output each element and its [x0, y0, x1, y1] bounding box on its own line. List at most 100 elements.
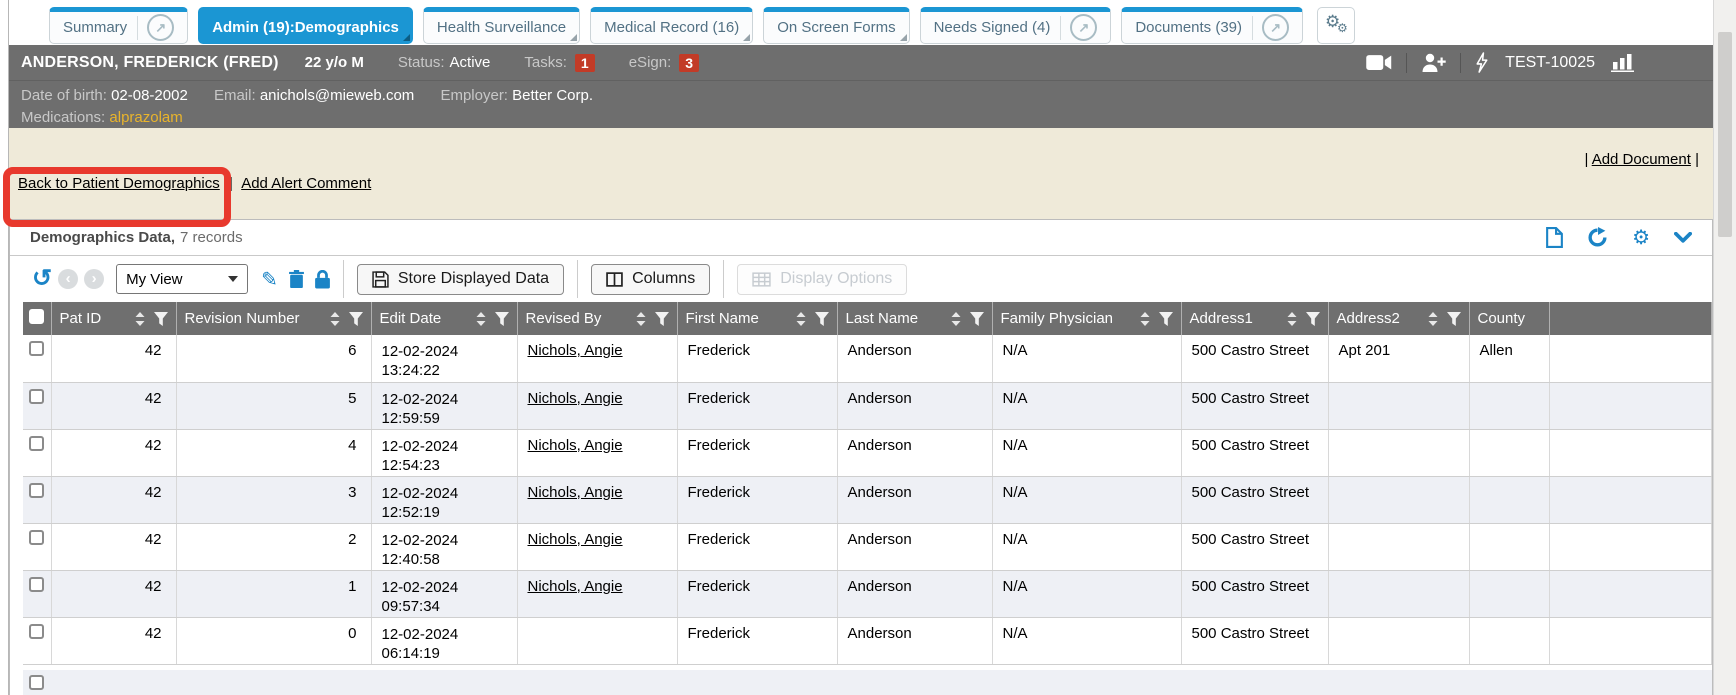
sort-icon[interactable] [476, 312, 486, 326]
column-header-revised-by[interactable]: Revised By [517, 302, 677, 335]
column-header-pat-id[interactable]: Pat ID [51, 302, 176, 335]
table-row[interactable]: 42 2 12-02-202412:40:58 Nichols, Angie F… [23, 523, 1712, 570]
vertical-scrollbar[interactable] [1713, 0, 1736, 695]
sort-icon[interactable] [636, 312, 646, 326]
view-select-value: My View [126, 271, 182, 288]
column-header-last-name[interactable]: Last Name [837, 302, 992, 335]
tab-documents-label: Documents (39) [1135, 19, 1242, 36]
column-header-county[interactable]: County [1469, 302, 1549, 335]
row-checkbox[interactable] [29, 483, 44, 498]
row-checkbox[interactable] [29, 577, 44, 592]
add-alert-comment-link[interactable]: Add Alert Comment [241, 175, 371, 192]
tab-settings-button[interactable]: ⚙ ⚙ [1317, 7, 1355, 44]
open-in-new-icon[interactable]: ↗ [1070, 14, 1097, 41]
revised-by-link[interactable]: Nichols, Angie [528, 390, 623, 407]
revised-by-link[interactable]: Nichols, Angie [528, 342, 623, 359]
tab-needs-signed[interactable]: Needs Signed (4) ↗ [920, 7, 1112, 44]
esign-badge[interactable]: 3 [679, 54, 699, 72]
columns-button[interactable]: Columns [591, 264, 710, 295]
add-document-link[interactable]: Add Document [1592, 151, 1691, 168]
select-all-checkbox[interactable] [29, 309, 44, 324]
tab-medical-record[interactable]: Medical Record (16) [590, 7, 753, 44]
scrollbar-thumb[interactable] [1718, 32, 1732, 237]
sort-icon[interactable] [1140, 312, 1150, 326]
cell-edit-date: 12-02-202412:52:19 [371, 476, 517, 523]
tab-admin-demographics[interactable]: Admin (19):Demographics [198, 7, 413, 44]
revised-by-link[interactable]: Nichols, Angie [528, 484, 623, 501]
column-label: Family Physician [1001, 310, 1114, 327]
column-header-edit-date[interactable]: Edit Date [371, 302, 517, 335]
filter-icon[interactable] [655, 312, 669, 326]
cell-county [1469, 523, 1549, 570]
edit-view-icon[interactable]: ✎ [261, 267, 278, 292]
next-view-icon[interactable]: › [84, 269, 104, 289]
table-row[interactable]: 42 5 12-02-202412:59:59 Nichols, Angie F… [23, 382, 1712, 429]
row-checkbox[interactable] [29, 675, 44, 690]
tab-summary[interactable]: Summary ↗ [49, 7, 188, 44]
column-header-revision-number[interactable]: Revision Number [176, 302, 371, 335]
partial-next-row [23, 670, 1712, 695]
revised-by-link[interactable]: Nichols, Angie [528, 437, 623, 454]
row-checkbox[interactable] [29, 341, 44, 356]
back-to-demographics-link[interactable]: Back to Patient Demographics [18, 175, 220, 192]
table-row[interactable]: 42 6 12-02-202413:24:22 Nichols, Angie F… [23, 335, 1712, 382]
revised-by-link[interactable]: Nichols, Angie [528, 531, 623, 548]
reset-view-icon[interactable]: ↺ [32, 269, 52, 289]
row-checkbox[interactable] [29, 436, 44, 451]
cell-address1: 500 Castro Street [1181, 617, 1328, 664]
cell-county: Allen [1469, 335, 1549, 382]
tab-documents[interactable]: Documents (39) ↗ [1121, 7, 1303, 44]
delete-view-icon[interactable] [289, 270, 304, 288]
column-header-address2[interactable]: Address2 [1328, 302, 1469, 335]
filter-icon[interactable] [154, 312, 168, 326]
sort-icon[interactable] [1428, 312, 1438, 326]
row-checkbox[interactable] [29, 624, 44, 639]
previous-view-icon[interactable]: ‹ [58, 269, 78, 289]
tasks-badge[interactable]: 1 [575, 54, 595, 72]
sort-icon[interactable] [135, 312, 145, 326]
details-line-1: Date of birth: 02-08-2002 Email: anichol… [21, 85, 1713, 107]
filter-icon[interactable] [495, 312, 509, 326]
chart-tab-bar: Summary ↗ Admin (19):Demographics Health… [9, 0, 1713, 45]
cell-filler [1549, 429, 1712, 476]
filter-icon[interactable] [1447, 312, 1461, 326]
cell-county [1469, 617, 1549, 664]
table-row[interactable]: 42 1 12-02-202409:57:34 Nichols, Angie F… [23, 570, 1712, 617]
sort-icon[interactable] [1287, 312, 1297, 326]
panel-settings-gear-icon[interactable]: ⚙ [1632, 229, 1650, 247]
collapse-chevron-icon[interactable] [1674, 232, 1692, 243]
open-in-new-icon[interactable]: ↗ [1262, 14, 1289, 41]
lock-view-icon[interactable] [315, 270, 330, 289]
table-row[interactable]: 42 0 12-02-202406:14:19 Frederick Anders… [23, 617, 1712, 664]
sort-icon[interactable] [796, 312, 806, 326]
open-in-new-icon[interactable]: ↗ [147, 14, 174, 41]
filter-icon[interactable] [970, 312, 984, 326]
revised-by-link[interactable]: Nichols, Angie [528, 578, 623, 595]
row-checkbox[interactable] [29, 389, 44, 404]
filter-icon[interactable] [1306, 312, 1320, 326]
table-row[interactable]: 42 3 12-02-202412:52:19 Nichols, Angie F… [23, 476, 1712, 523]
tasks-label: Tasks: [524, 54, 567, 71]
flowsheet-chart-icon[interactable] [1611, 53, 1635, 72]
row-checkbox[interactable] [29, 530, 44, 545]
refresh-icon[interactable] [1587, 227, 1608, 248]
column-header-address1[interactable]: Address1 [1181, 302, 1328, 335]
video-camera-icon[interactable] [1366, 54, 1392, 71]
status-value: Active [450, 54, 491, 71]
new-document-icon[interactable] [1546, 227, 1563, 248]
filter-icon[interactable] [349, 312, 363, 326]
store-displayed-data-button[interactable]: Store Displayed Data [357, 264, 564, 295]
tab-health-surveillance[interactable]: Health Surveillance [423, 7, 580, 44]
sort-icon[interactable] [330, 312, 340, 326]
column-header-family-physician[interactable]: Family Physician [992, 302, 1181, 335]
column-header-first-name[interactable]: First Name [677, 302, 837, 335]
table-row[interactable]: 42 4 12-02-202412:54:23 Nichols, Angie F… [23, 429, 1712, 476]
filter-icon[interactable] [1159, 312, 1173, 326]
filter-icon[interactable] [815, 312, 829, 326]
add-person-icon[interactable] [1421, 53, 1446, 72]
display-options-icon [752, 272, 771, 287]
tab-on-screen-forms[interactable]: On Screen Forms [763, 7, 909, 44]
sort-icon[interactable] [951, 312, 961, 326]
view-select[interactable]: My View [116, 264, 248, 294]
lightning-bolt-icon[interactable] [1475, 52, 1489, 73]
